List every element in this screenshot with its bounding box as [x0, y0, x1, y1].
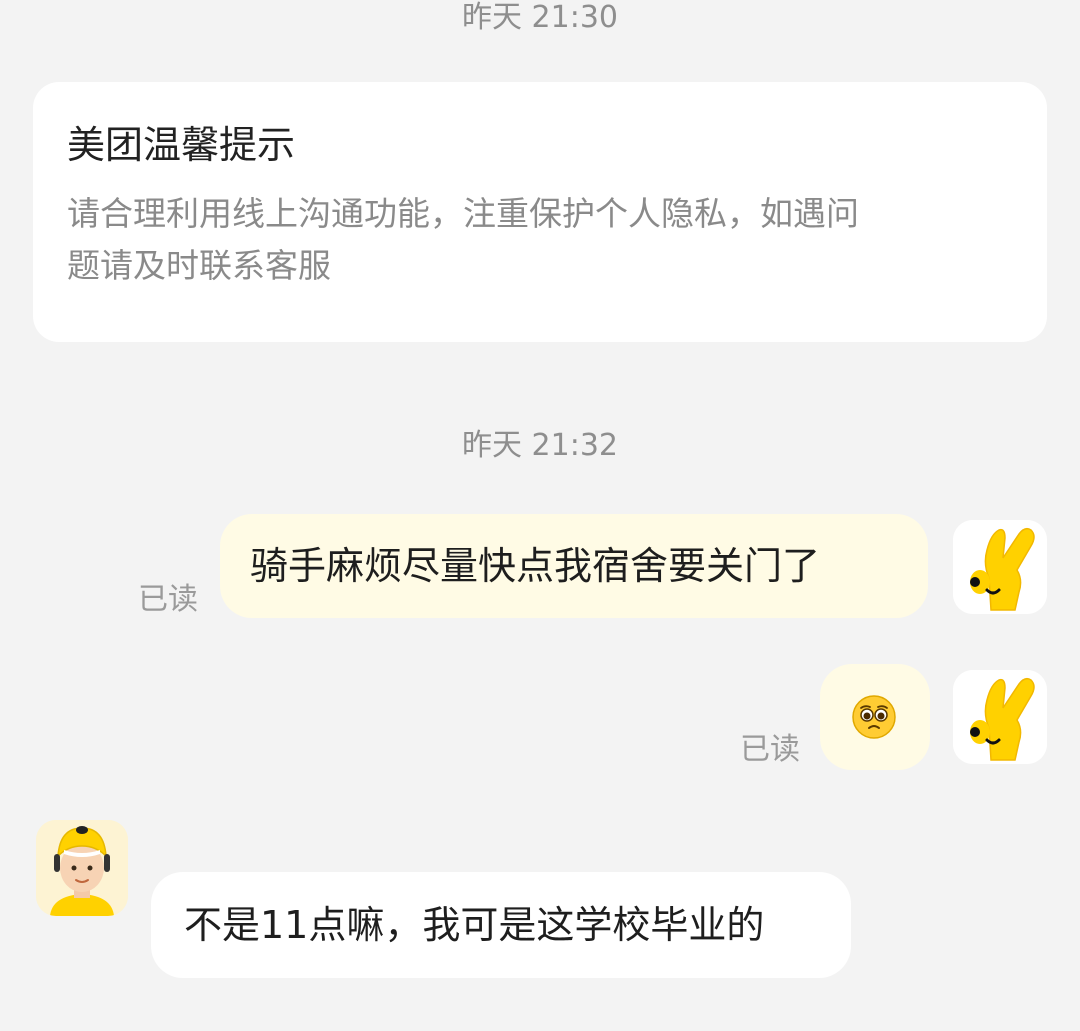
pleading-face-emoji	[851, 694, 897, 740]
notice-body: 请合理利用线上沟通功能，注重保护个人隐私，如遇问 题请及时联系客服	[67, 188, 1013, 292]
notice-body-line-1: 请合理利用线上沟通功能，注重保护个人隐私，如遇问	[67, 194, 859, 233]
notice-body-line-2: 题请及时联系客服	[67, 246, 331, 285]
incoming-message-bubble[interactable]: 不是11点嘛，我可是这学校毕业的	[151, 872, 851, 978]
outgoing-emoji-bubble[interactable]	[820, 664, 930, 770]
timestamp: 昨天 21:32	[462, 428, 618, 463]
system-notice-card: 美团温馨提示 请合理利用线上沟通功能，注重保护个人隐私，如遇问 题请及时联系客服	[33, 82, 1047, 342]
notice-title: 美团温馨提示	[67, 123, 296, 167]
read-status: 已读	[138, 582, 198, 617]
self-avatar[interactable]	[953, 670, 1047, 764]
kangaroo-ears-hand-icon	[953, 520, 1047, 614]
rider-helmet-avatar-icon	[36, 820, 128, 916]
message-text: 骑手麻烦尽量快点我宿舍要关门了	[250, 544, 821, 588]
kangaroo-ears-hand-icon	[953, 670, 1047, 764]
outgoing-message-bubble[interactable]: 骑手麻烦尽量快点我宿舍要关门了	[220, 514, 928, 618]
self-avatar[interactable]	[953, 520, 1047, 614]
read-status: 已读	[740, 732, 800, 767]
rider-avatar[interactable]	[36, 820, 128, 916]
message-text: 不是11点嘛，我可是这学校毕业的	[184, 903, 765, 947]
timestamp: 昨天 21:30	[462, 0, 618, 35]
